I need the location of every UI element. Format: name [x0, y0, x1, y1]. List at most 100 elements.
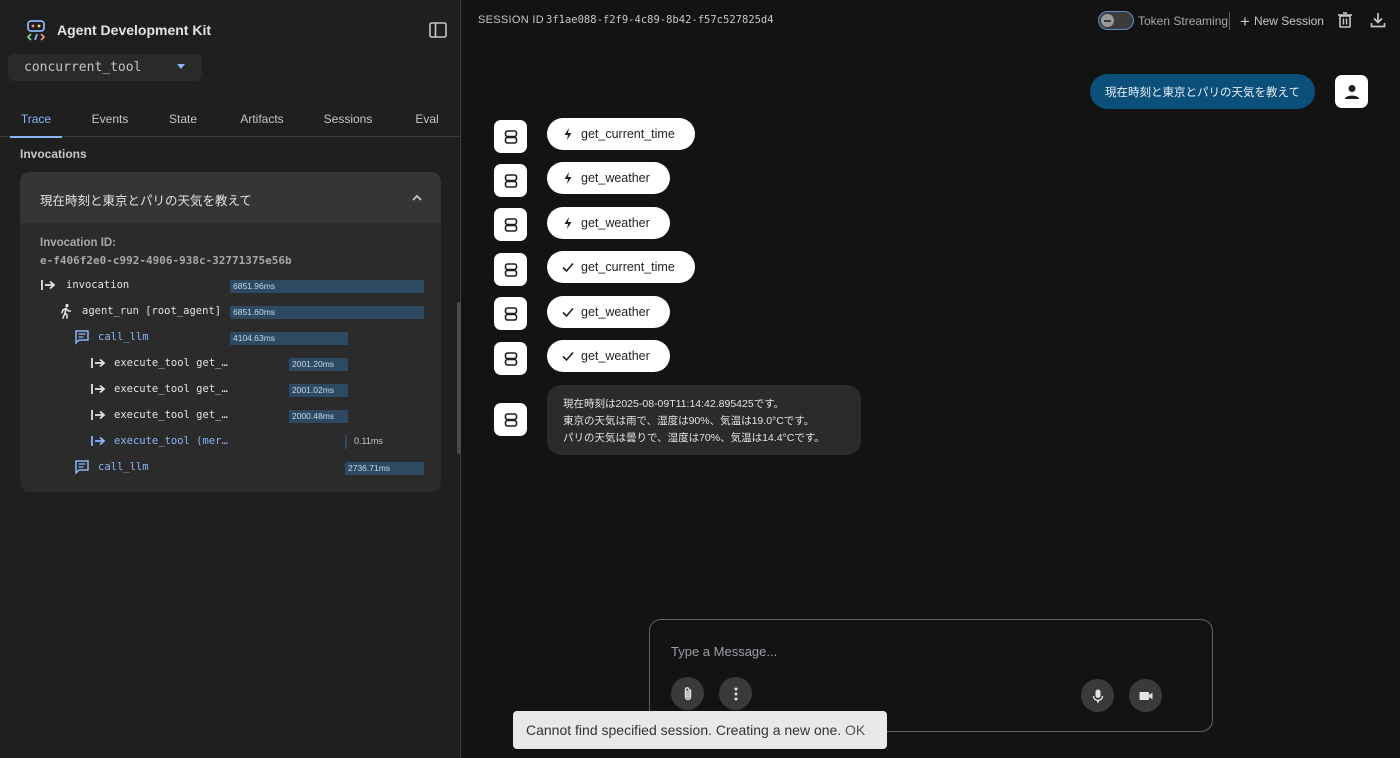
agent-avatar	[494, 297, 527, 330]
snackbar-ok-button[interactable]: OK	[845, 722, 865, 738]
trace-row[interactable]: call_llm 2736.71ms	[20, 456, 441, 478]
new-session-label: New Session	[1253, 14, 1324, 28]
invocation-card: 現在時刻と東京とパリの天気を教えて Invocation ID: e-f406f…	[20, 172, 441, 492]
chat-bubble-icon	[75, 460, 89, 475]
microphone-button[interactable]	[1081, 679, 1114, 712]
trace-row[interactable]: execute_tool get_… 2000.48ms	[20, 404, 441, 426]
trace-span-label: execute_tool get_…	[114, 409, 228, 421]
tab-sessions[interactable]: Sessions	[318, 100, 378, 137]
chat-bubble-icon	[75, 330, 89, 345]
bolt-icon	[564, 128, 572, 140]
tool-response-chip[interactable]: get_current_time	[547, 251, 695, 283]
trace-span-label: call_llm	[98, 461, 149, 473]
user-message: 現在時刻と東京とパリの天気を教えて	[1090, 74, 1315, 109]
bot-icon	[504, 306, 517, 321]
sidebar-tabs: Trace Events State Artifacts Sessions Ev…	[0, 100, 461, 138]
agent-message-line: 東京の天気は雨で、湿度は90%、気温は19.0°Cです。	[563, 415, 815, 427]
trace-row[interactable]: execute_tool get_… 2001.20ms	[20, 352, 441, 374]
message-input[interactable]	[671, 642, 1171, 660]
tool-call-chip[interactable]: get_weather	[547, 162, 670, 194]
tool-chip-label: get_current_time	[581, 127, 675, 141]
brand: Agent Development Kit	[24, 18, 211, 42]
agent-message: 現在時刻は2025-08-09T11:14:42.895425です。 東京の天気…	[547, 385, 861, 455]
tab-state[interactable]: State	[160, 100, 206, 137]
invocations-title: Invocations	[20, 147, 87, 161]
brand-title: Agent Development Kit	[57, 22, 212, 38]
tab-trace[interactable]: Trace	[10, 100, 62, 138]
agent-message-line: 現在時刻は2025-08-09T11:14:42.895425です。	[563, 398, 785, 410]
tool-chip-label: get_weather	[581, 349, 650, 363]
collapse-sidebar-icon[interactable]	[428, 20, 448, 40]
trace-duration-bar: 4104.63ms	[230, 332, 348, 345]
check-icon	[562, 351, 574, 362]
app-selector-value: concurrent_tool	[24, 60, 142, 75]
arrow-right-bar-icon	[91, 358, 106, 368]
videocam-icon	[1139, 691, 1152, 700]
sidebar-scrollbar[interactable]	[457, 302, 461, 454]
bot-icon	[504, 412, 517, 427]
download-icon[interactable]	[1369, 11, 1387, 29]
tool-call-chip[interactable]: get_weather	[547, 207, 670, 239]
arrow-right-bar-icon	[41, 280, 56, 290]
more-vert-icon	[734, 687, 737, 700]
arrow-right-bar-icon	[91, 436, 106, 446]
paperclip-icon	[684, 686, 691, 700]
session-id-value: 3f1ae088-f2f9-4c89-8b42-f57c527825d4	[546, 14, 774, 26]
header-divider	[1229, 12, 1230, 30]
delete-icon[interactable]	[1336, 11, 1354, 29]
trace-duration-bar: 2001.20ms	[289, 358, 348, 371]
bolt-icon	[564, 172, 572, 184]
trace-span-label: execute_tool (mer…	[114, 435, 228, 447]
tool-response-chip[interactable]: get_weather	[547, 340, 670, 372]
trace-span-label: agent_run [root_agent]	[82, 305, 222, 317]
more-options-button[interactable]	[719, 677, 752, 710]
trace-row[interactable]: agent_run [root_agent] 6851.60ms	[20, 300, 441, 322]
snackbar-message: Cannot find specified session. Creating …	[526, 722, 842, 738]
session-id-label: SESSION ID	[478, 14, 544, 26]
trace-duration: 2001.20ms	[292, 359, 335, 369]
attach-button[interactable]	[671, 677, 704, 710]
bot-icon	[504, 217, 517, 232]
arrow-right-bar-icon	[91, 410, 106, 420]
tool-response-chip[interactable]: get_weather	[547, 296, 670, 328]
trace-row[interactable]: execute_tool get_… 2001.02ms	[20, 378, 441, 400]
agent-message-line: パリの天気は曇りで、湿度は70%、気温は14.4°Cです。	[563, 432, 825, 444]
microphone-icon	[1092, 689, 1103, 703]
tab-eval[interactable]: Eval	[408, 100, 446, 137]
invocation-header[interactable]: 現在時刻と東京とパリの天気を教えて	[20, 172, 441, 223]
trace-duration-bar: 2736.71ms	[345, 462, 424, 475]
tab-events[interactable]: Events	[82, 100, 138, 137]
bot-icon	[504, 262, 517, 277]
agent-avatar	[494, 253, 527, 286]
trace-duration: 4104.63ms	[233, 333, 276, 343]
video-button[interactable]	[1129, 679, 1162, 712]
adk-logo-icon	[26, 20, 46, 41]
trace-duration-bar	[345, 435, 347, 449]
app-selector[interactable]: concurrent_tool	[8, 54, 202, 81]
trace-row[interactable]: call_llm 4104.63ms	[20, 326, 441, 348]
trace-duration: 2000.48ms	[292, 411, 335, 421]
tab-artifacts[interactable]: Artifacts	[230, 100, 294, 137]
trace-duration: 6851.96ms	[233, 281, 276, 291]
tool-chip-label: get_weather	[581, 216, 650, 230]
chat-panel: SESSION ID 3f1ae088-f2f9-4c89-8b42-f57c5…	[462, 0, 1400, 758]
tool-call-chip[interactable]: get_current_time	[547, 118, 695, 150]
check-icon	[562, 262, 574, 273]
agent-avatar	[494, 342, 527, 375]
trace-duration-bar: 6851.60ms	[230, 306, 424, 319]
agent-avatar	[494, 403, 527, 436]
trace-duration: 6851.60ms	[233, 307, 276, 317]
bot-icon	[504, 173, 517, 188]
trace-duration-bar: 2001.02ms	[289, 384, 348, 397]
invocation-id-label: Invocation ID:	[40, 237, 117, 249]
running-person-icon	[61, 303, 72, 319]
agent-avatar	[494, 120, 527, 153]
token-streaming-toggle[interactable]	[1098, 11, 1134, 30]
bot-icon	[504, 351, 517, 366]
user-avatar	[1335, 75, 1368, 108]
trace-row[interactable]: invocation 6851.96ms	[20, 274, 441, 296]
trace-duration: 2001.02ms	[292, 385, 335, 395]
trace-span-label: execute_tool get_…	[114, 357, 228, 369]
trace-row[interactable]: execute_tool (mer… 0.11ms	[20, 430, 441, 452]
new-session-button[interactable]: + New Session	[1240, 11, 1324, 31]
